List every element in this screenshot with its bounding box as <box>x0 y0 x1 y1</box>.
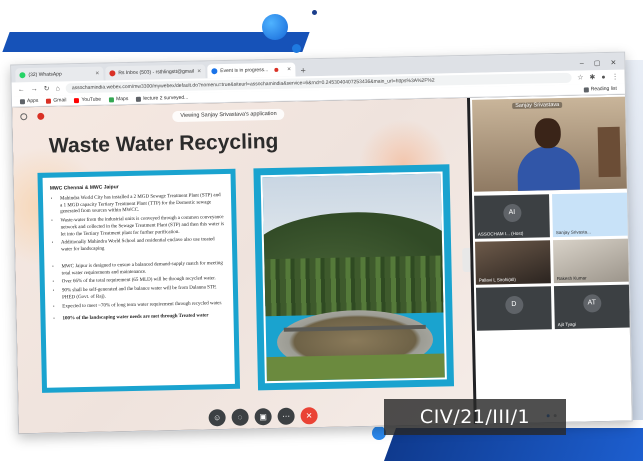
panel-heading: MWC Chennai & MWC Jaipur <box>49 184 119 192</box>
participants-icon[interactable]: ☺ <box>208 409 226 427</box>
bookmark-label: lecture 2 surveyed... <box>143 94 189 102</box>
maps-icon <box>109 96 115 102</box>
more-icon[interactable]: ⋯ <box>277 407 295 425</box>
webex-icon <box>211 68 218 75</box>
browser-window: (32) WhatsApp ✕ Rs Inbox (503) - rsthlin… <box>10 51 633 435</box>
close-window-icon[interactable]: ✕ <box>610 59 616 67</box>
document-code-label: CIV/21/III/1 <box>384 399 566 435</box>
avatar: AT <box>582 294 602 313</box>
participant-tile[interactable]: Rakesh Kumar <box>552 238 629 284</box>
bullet-item: MWC Jaipur is designed to ensure a balan… <box>61 261 225 278</box>
share-icon[interactable]: ▣ <box>254 408 272 426</box>
shared-screen: Viewing Sanjay Srivastava's application … <box>12 97 474 435</box>
active-speaker-video[interactable]: Sanjay Srivastava <box>472 96 627 192</box>
bookmark-maps[interactable]: Maps <box>109 96 128 102</box>
close-icon[interactable]: ✕ <box>95 71 99 77</box>
participant-name: Ajit Tyagi <box>557 321 576 328</box>
end-call-icon[interactable]: ✕ <box>300 407 318 425</box>
gmail-icon <box>46 98 52 104</box>
home-icon[interactable]: ⌂ <box>56 85 60 92</box>
meeting-top-icons <box>20 112 45 121</box>
bookmark-label: Gmail <box>53 97 67 104</box>
bookmark-lecture[interactable]: lecture 2 surveyed... <box>136 95 188 102</box>
participant-tile[interactable]: AI ASSOCHAM I... (Host) <box>474 194 550 239</box>
slide-photo-panel <box>253 164 455 391</box>
participant-tile[interactable]: D <box>475 286 552 331</box>
gmail-icon <box>109 70 116 77</box>
viewing-indicator: Viewing Sanjay Srivastava's application <box>172 108 285 123</box>
chat-icon[interactable]: ◌ <box>231 408 249 426</box>
maximize-icon[interactable]: ▢ <box>594 59 601 67</box>
apps-icon <box>19 98 26 104</box>
participant-tile[interactable]: AT Ajit Tyagi <box>553 284 630 330</box>
bookmark-apps[interactable]: Apps <box>19 97 39 105</box>
avatar: AI <box>502 203 522 223</box>
participants-panel: Sanjay Srivastava AI ASSOCHAM I... (Host… <box>469 94 633 426</box>
bookmark-label: Apps <box>26 97 39 105</box>
star-icon[interactable]: ☆ <box>577 73 583 81</box>
bullet-item: Expected to meet ~70% of long term water… <box>62 301 226 311</box>
participant-name: Pallavi L Sirohi(all) <box>478 276 516 283</box>
globe-icon <box>136 96 142 102</box>
bullet-item: Mahindra World City has installed a 2 MG… <box>60 193 224 217</box>
decorative-circle-small <box>292 44 301 53</box>
participant-name: Sanjay Srivasta... <box>555 229 591 236</box>
treatment-plant-photo <box>260 171 447 384</box>
slide-text-panel: MWC Chennai & MWC Jaipur Mahindra World … <box>37 168 241 393</box>
close-icon[interactable]: ✕ <box>287 67 291 73</box>
recording-icon <box>274 67 279 72</box>
panel-toggle-handle[interactable] <box>462 247 471 273</box>
youtube-icon <box>74 97 80 103</box>
minimize-icon[interactable]: – <box>580 60 584 67</box>
tab-label: (32) WhatsApp <box>28 71 62 79</box>
participant-tile[interactable]: Pallavi L Sirohi(all) <box>475 240 551 285</box>
reading-list-icon <box>583 86 589 92</box>
menu-icon[interactable]: ⋮ <box>612 73 619 81</box>
close-icon[interactable]: ✕ <box>197 68 201 74</box>
info-icon[interactable] <box>20 113 28 121</box>
profile-icon[interactable]: ● <box>601 74 605 81</box>
extensions-icon[interactable]: ✱ <box>589 73 595 81</box>
participant-tile[interactable]: Sanjay Srivasta... <box>552 192 628 238</box>
bullet-item: 100% of the landscaping water needs are … <box>62 313 226 323</box>
reading-list[interactable]: Reading list <box>583 85 617 93</box>
window-controls: – ▢ ✕ <box>580 56 625 71</box>
tab-label: Rs Inbox (503) - rsthlingstt@gmail <box>118 68 195 77</box>
bookmark-label: Maps <box>116 96 129 103</box>
new-tab-button[interactable]: + <box>297 64 309 76</box>
reload-icon[interactable]: ↻ <box>44 85 50 93</box>
bullet-item: Waste-water from the industrial units is… <box>60 215 224 239</box>
bookmark-label: YouTube <box>81 96 102 103</box>
bookmark-gmail[interactable]: Gmail <box>46 97 67 104</box>
tab-label: Event is in progress... <box>220 67 269 75</box>
participant-grid: AI ASSOCHAM I... (Host) Sanjay Srivasta.… <box>474 192 630 331</box>
avatar: D <box>504 295 524 315</box>
decorative-bar-top <box>2 32 310 52</box>
meeting-content: Viewing Sanjay Srivastava's application … <box>12 94 633 435</box>
reading-list-label: Reading list <box>590 85 617 93</box>
slide-title: Waste Water Recycling <box>48 129 279 158</box>
back-icon[interactable]: ← <box>18 86 25 93</box>
slide-text-content: MWC Chennai & MWC Jaipur Mahindra World … <box>42 173 235 388</box>
whatsapp-icon <box>19 72 26 79</box>
bullet-list: Mahindra World City has installed a 2 MG… <box>50 193 227 324</box>
bullet-item: 90% shall be self-generated and the bala… <box>62 285 226 302</box>
meeting-controls: ☺ ◌ ▣ ⋯ ✕ <box>208 407 318 427</box>
participant-name: Rakesh Kumar <box>556 275 587 282</box>
forward-icon[interactable]: → <box>31 85 38 92</box>
participant-name: ASSOCHAM I... (Host) <box>477 230 524 237</box>
speaker-name: Sanjay Srivastava <box>512 101 563 109</box>
recording-icon <box>37 112 45 120</box>
decorative-circle-tiny <box>312 10 317 15</box>
screenshot-stage: (32) WhatsApp ✕ Rs Inbox (503) - rsthlin… <box>0 0 643 461</box>
decorative-circle <box>262 14 288 40</box>
bookmark-youtube[interactable]: YouTube <box>74 97 101 104</box>
bullet-item: Additionally Mahindra World School and r… <box>61 237 225 254</box>
